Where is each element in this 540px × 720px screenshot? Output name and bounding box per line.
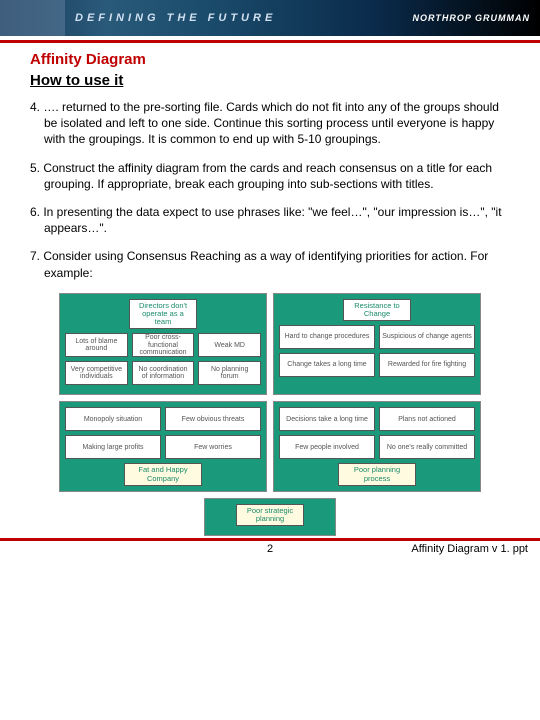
card: No coordination of information — [132, 361, 195, 385]
footer: 2 Affinity Diagram v 1. ppt — [0, 541, 540, 565]
card: Few worries — [165, 435, 261, 459]
card: Very competitive individuals — [65, 361, 128, 385]
group-title: Poor planning process — [338, 463, 416, 486]
card: Monopoly situation — [65, 407, 161, 431]
card: Plans not actioned — [379, 407, 475, 431]
page-title: Affinity Diagram — [30, 51, 510, 68]
page-number: 2 — [267, 543, 273, 555]
group-title: Resistance to Change — [343, 299, 411, 322]
group-fat-happy: Monopoly situation Few obvious threats M… — [59, 401, 267, 492]
card: Suspicious of change agents — [379, 325, 475, 349]
group-title: Directors don't operate as a team — [129, 299, 197, 330]
group-resistance: Resistance to Change Hard to change proc… — [273, 293, 481, 396]
card: Hard to change procedures — [279, 325, 375, 349]
affinity-diagram: Directors don't operate as a team Lots o… — [50, 293, 490, 537]
card: Weak MD — [198, 333, 261, 357]
banner-tagline: DEFINING THE FUTURE — [75, 12, 276, 24]
card: Poor cross-functional communication — [132, 333, 195, 357]
card: Change takes a long time — [279, 353, 375, 377]
page-content: Affinity Diagram How to use it 4. …. ret… — [0, 43, 540, 536]
footer-filename: Affinity Diagram v 1. ppt — [411, 543, 528, 555]
card: Decisions take a long time — [279, 407, 375, 431]
company-logo: NORTHROP GRUMMAN — [413, 13, 531, 23]
header-banner: DEFINING THE FUTURE NORTHROP GRUMMAN — [0, 0, 540, 36]
group-title: Poor strategic planning — [236, 504, 304, 527]
card: Few people involved — [279, 435, 375, 459]
step-4: 4. …. returned to the pre-sorting file. … — [30, 99, 510, 148]
group-directors: Directors don't operate as a team Lots o… — [59, 293, 267, 396]
card: Rewarded for fire fighting — [379, 353, 475, 377]
banner-texture — [0, 0, 65, 36]
card: Few obvious threats — [165, 407, 261, 431]
step-5: 5. Construct the affinity diagram from t… — [30, 160, 510, 192]
step-7: 7. Consider using Consensus Reaching as … — [30, 248, 510, 280]
card: No planning forum — [198, 361, 261, 385]
card: Lots of blame around — [65, 333, 128, 357]
group-poor-planning: Decisions take a long time Plans not act… — [273, 401, 481, 492]
group-bottom-summary: Poor strategic planning — [204, 498, 336, 537]
page-subtitle: How to use it — [30, 72, 510, 89]
card: Making large profits — [65, 435, 161, 459]
step-6: 6. In presenting the data expect to use … — [30, 204, 510, 236]
group-title: Fat and Happy Company — [124, 463, 202, 486]
card: No one's really committed — [379, 435, 475, 459]
